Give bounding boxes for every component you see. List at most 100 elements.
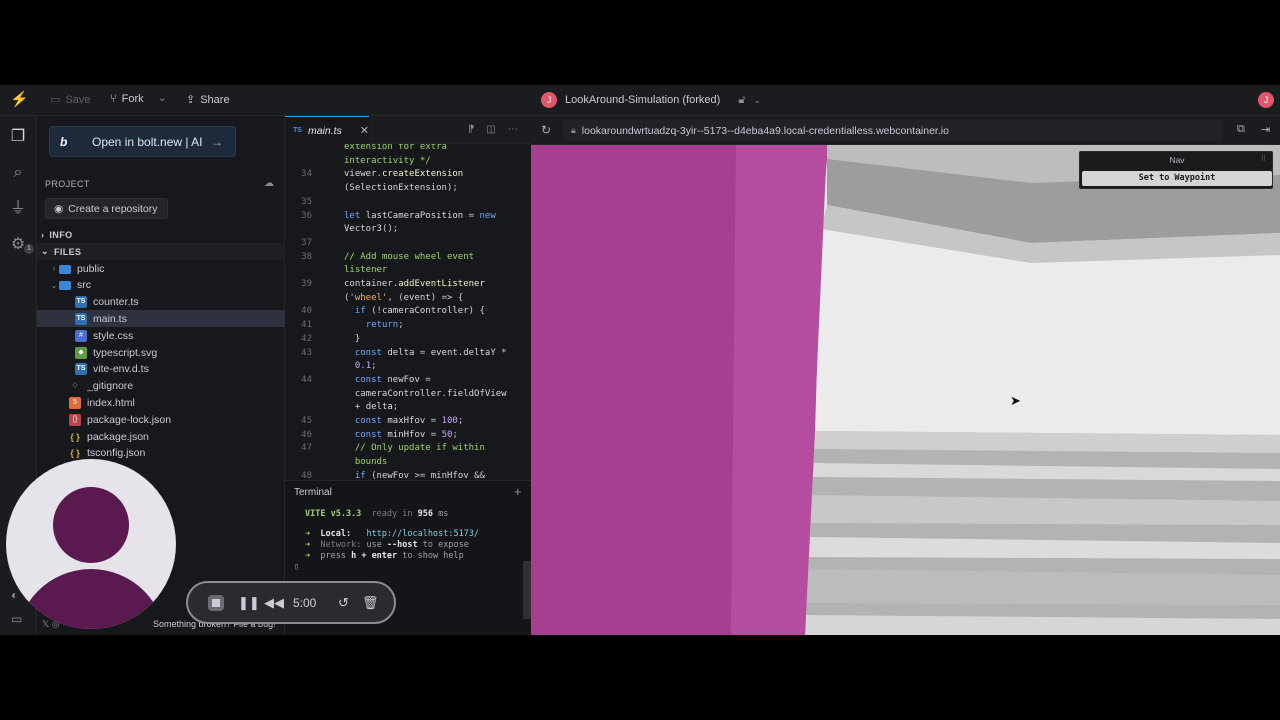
bolt-b-icon: b <box>60 134 68 149</box>
code-line: 46 const minHfov = 50; <box>285 428 531 442</box>
file-item-vite-env-d-ts[interactable]: TS vite-env.d.ts <box>37 361 285 378</box>
trash-icon[interactable]: 🗑︎ <box>362 595 379 611</box>
code-line: 38 // Add mouse wheel event <box>285 250 531 264</box>
close-icon[interactable]: ✕ <box>360 124 369 137</box>
webcam-overlay <box>6 459 176 629</box>
code-line: 42 } <box>285 332 531 346</box>
set-to-waypoint-button[interactable]: Set to Waypoint <box>1082 171 1272 186</box>
chevron-down-icon: ⌄ <box>41 246 49 256</box>
ts-file-icon: TS <box>75 296 87 309</box>
lock-file-icon: {} <box>69 413 81 426</box>
code-line: 36 let lastCameraPosition = new <box>285 209 531 223</box>
line-text: cameraController.fieldOfView <box>354 388 507 399</box>
code-line: Vector3(); <box>285 222 531 236</box>
file-item-counter-ts[interactable]: TS counter.ts <box>37 294 285 311</box>
cloud-upload-icon[interactable]: ☁ <box>264 178 274 189</box>
editor-tab-bar: TS main.ts ✕ ⁋ ◫ ⋯ <box>285 116 531 144</box>
gear-icon[interactable]: ⚙ <box>9 236 27 254</box>
tree-item-label: package-lock.json <box>87 413 172 426</box>
terminal-cursor: ▯ <box>294 562 300 572</box>
editor-actions: ⁋ ◫ ⋯ <box>468 124 518 135</box>
preview-url-field[interactable]: 🔒︎ lookaroundwrtuadzq-3yir--5173--d4eba4… <box>563 120 1223 141</box>
code-line: bounds <box>285 455 531 469</box>
git-file-icon: ◇ <box>72 382 78 390</box>
line-text: const maxHfov = 100; <box>354 416 464 426</box>
tree-item-label: main.ts <box>93 312 127 325</box>
line-number: 36 <box>301 210 312 221</box>
file-item-main-ts[interactable]: TS main.ts <box>37 310 285 328</box>
code-area[interactable]: extension for extra interactivity */ 34 vie… <box>285 144 531 480</box>
code-editor: TS main.ts ✕ ⁋ ◫ ⋯ extension for extra in… <box>285 116 531 480</box>
tree-item-label: package.json <box>87 430 149 443</box>
rewind-icon[interactable]: ◀◀ <box>264 595 284 611</box>
file-item-package-lock-json[interactable]: {} package-lock.json <box>37 411 285 428</box>
fork-button[interactable]: ⑂ Fork <box>110 93 144 105</box>
file-item-style-css[interactable]: # style.css <box>37 327 285 344</box>
fork-dropdown-chevron-icon[interactable]: ⌄ <box>158 93 166 104</box>
fork-icon: ⑂ <box>110 93 117 105</box>
chevron-down-icon: ⌄ <box>753 94 761 105</box>
search-icon[interactable]: ⌕ <box>9 164 27 182</box>
html-file-icon: 5 <box>69 396 81 409</box>
save-button[interactable]: ▭ Save <box>50 93 90 107</box>
restart-icon[interactable]: ↺ <box>338 595 349 611</box>
exit-preview-icon[interactable]: ⇥ <box>1261 123 1270 136</box>
tree-item-label: _gitignore <box>87 380 134 393</box>
line-text: return; <box>365 320 404 331</box>
files-section-toggle[interactable]: ⌄ FILES <box>37 243 285 260</box>
line-number: 45 <box>301 416 312 426</box>
css-file-icon: # <box>75 329 87 342</box>
file-item-typescript-svg[interactable]: ◆ typescript.svg <box>37 344 285 361</box>
pause-icon[interactable]: ❚❚ <box>238 595 260 611</box>
format-icon[interactable]: ⁋ <box>468 124 474 135</box>
code-line: 47 // Only update if within <box>285 441 531 455</box>
refresh-icon[interactable]: ↻ <box>541 123 551 137</box>
line-text: // Add mouse wheel event <box>344 251 475 262</box>
tree-item-label: public <box>77 262 105 275</box>
file-item-index-html[interactable]: 5 index.html <box>37 394 285 411</box>
folder-item-public[interactable]: › public <box>37 260 285 277</box>
panorama-viewer[interactable]: Nav ⠿ Set to Waypoint ➤ <box>531 145 1280 635</box>
bolt-logo-icon[interactable]: ⚡ <box>10 92 29 108</box>
chevron-right-icon: › <box>52 264 56 273</box>
top-bar: ⚡ ▭ Save ⑂ Fork ⌄ ⇪ Share J LookAround-S… <box>0 85 1280 116</box>
line-text: // Only update if within <box>344 443 485 454</box>
split-view-icon[interactable]: ◫ <box>486 124 495 135</box>
tab-main-ts[interactable]: TS main.ts ✕ <box>285 116 369 144</box>
create-repository-button[interactable]: ◉ Create a repository <box>45 198 168 219</box>
line-number: 38 <box>301 251 312 262</box>
line-text: if (newFov >= minHfov && <box>354 470 485 480</box>
theme-toggle-icon[interactable]: ◐ <box>11 588 18 602</box>
line-number: 44 <box>301 374 312 385</box>
preview-pane: ↻ 🔒︎ lookaroundwrtuadzq-3yir--5173--d4eb… <box>531 116 1280 635</box>
drag-handle-icon[interactable]: ⠿ <box>1261 155 1266 163</box>
add-terminal-icon[interactable]: + <box>514 484 522 499</box>
code-line: 44 const newFov = <box>285 373 531 387</box>
file-item-package-json[interactable]: { } package.json <box>37 428 285 445</box>
project-title[interactable]: J LookAround-Simulation (forked) 🔓︎ ⌄ <box>541 92 761 108</box>
file-item--gitignore[interactable]: ◇ _gitignore <box>37 378 285 395</box>
code-line: interactivity */ <box>285 154 531 168</box>
recording-controls: ❚❚ ◀◀ 5:00 ↺ 🗑︎ <box>186 581 396 624</box>
line-text: + delta; <box>354 402 399 413</box>
line-number: 37 <box>301 237 312 248</box>
nav-panel-title: Nav <box>1169 155 1185 165</box>
open-in-bolt-button[interactable]: b Open in bolt.new | AI → <box>49 126 236 157</box>
share-button[interactable]: ⇪ Share <box>186 93 230 107</box>
plugin-icon[interactable]: ⏚ <box>9 200 27 218</box>
stop-recording-button[interactable] <box>208 595 224 611</box>
arrow-right-icon: → <box>211 134 223 149</box>
line-text: interactivity */ <box>344 155 431 166</box>
more-icon[interactable]: ⋯ <box>508 124 518 135</box>
open-external-icon[interactable]: ⧉ <box>1237 123 1245 136</box>
terminal-scrollbar[interactable] <box>523 561 531 619</box>
bolt-ide-window: ⚡ ▭ Save ⑂ Fork ⌄ ⇪ Share J LookAround-S… <box>0 85 1280 635</box>
folder-item-src[interactable]: ⌄ src <box>37 277 285 294</box>
info-section-toggle[interactable]: › INFO <box>37 226 285 243</box>
user-avatar[interactable]: J <box>1258 92 1274 108</box>
files-icon[interactable]: ❐ <box>9 128 27 146</box>
file-item-tsconfig-json[interactable]: { } tsconfig.json <box>37 445 285 462</box>
chevron-right-icon: › <box>41 229 45 240</box>
code-line: listener <box>285 263 531 277</box>
code-line: 35 <box>285 195 531 209</box>
